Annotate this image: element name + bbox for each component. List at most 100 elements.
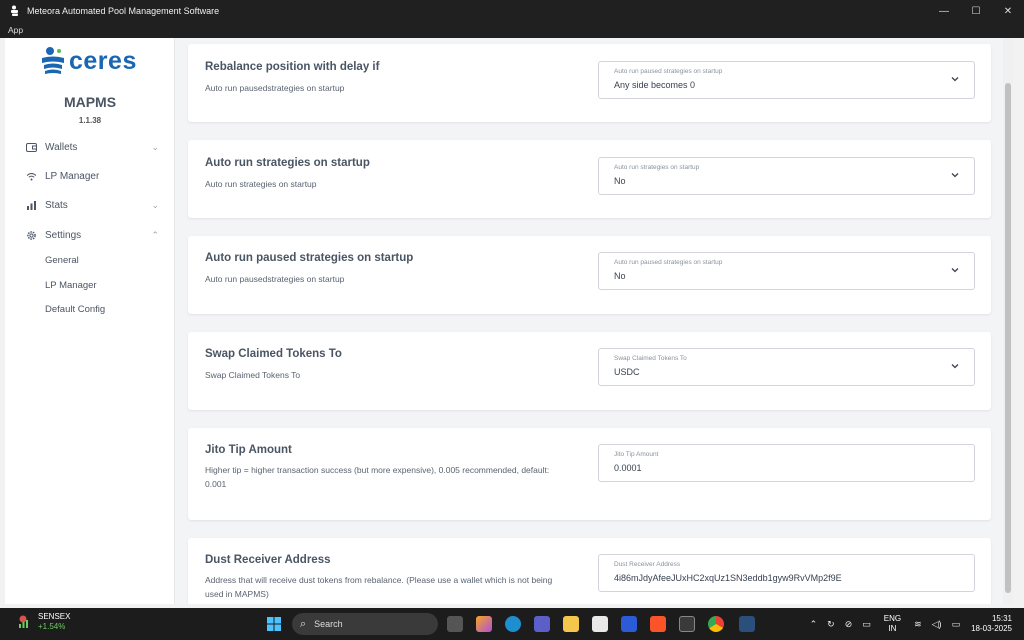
vertical-scrollbar[interactable] — [1003, 38, 1013, 604]
setting-description: Swap Claimed Tokens To — [205, 370, 301, 380]
sidebar-subitem-default-config[interactable]: Default Config — [45, 304, 105, 315]
logo-text: ceres — [69, 46, 137, 75]
sidebar-item-settings[interactable]: Settings ⌃ — [25, 225, 159, 245]
chrome-icon[interactable] — [708, 616, 724, 632]
auto-run-strategies-select[interactable]: Auto run strategies on startup No — [598, 157, 975, 195]
sidebar-item-label: Settings — [45, 229, 82, 241]
setting-title: Jito Tip Amount — [205, 444, 292, 456]
setting-card-dust-receiver: Dust Receiver Address Address that will … — [188, 538, 991, 604]
time: 15:31 — [991, 614, 1012, 623]
sidebar: ceres MAPMS 1.1.38 Wallets ⌄ LP Manager … — [5, 38, 175, 604]
teams-icon[interactable] — [534, 616, 550, 632]
windows-taskbar: SENSEX +1.54% ⌕ Search ⌃ ↻ ⊘ ▭ ENG IN ≋ … — [0, 608, 1024, 640]
wifi-icon[interactable]: ≋ — [914, 619, 922, 630]
ceres-app-icon[interactable] — [739, 616, 755, 632]
setting-title: Swap Claimed Tokens To — [205, 348, 342, 360]
field-label: Swap Claimed Tokens To — [614, 355, 687, 362]
setting-card-rebalance-delay: Rebalance position with delay if Auto ru… — [188, 44, 991, 122]
window-titlebar: Meteora Automated Pool Management Softwa… — [0, 0, 1024, 22]
system-tray: ⌃ ↻ ⊘ ▭ ENG IN ≋ ◁) ▭ 15:31 18-03-2025 — [805, 612, 1018, 636]
app-version: 1.1.38 — [78, 116, 102, 125]
settings-panel: Rebalance position with delay if Auto ru… — [176, 38, 1013, 604]
field-value: USDC — [614, 367, 640, 377]
menu-bar: App — [0, 22, 1024, 38]
app-icon[interactable] — [621, 616, 637, 632]
close-button[interactable]: ✕ — [992, 0, 1024, 22]
search-placeholder: Search — [314, 619, 343, 629]
field-value: No — [614, 271, 626, 281]
sidebar-item-label: Wallets — [45, 141, 78, 153]
maximize-button[interactable]: ☐ — [960, 0, 992, 22]
field-label: Dust Receiver Address — [614, 561, 681, 568]
chevron-down-icon: ⌄ — [151, 141, 159, 152]
setting-description: Address that will receive dust tokens fr… — [205, 575, 553, 599]
chevron-down-icon — [951, 77, 959, 82]
setting-title: Auto run paused strategies on startup — [205, 252, 414, 264]
swap-claimed-tokens-select[interactable]: Swap Claimed Tokens To USDC — [598, 348, 975, 386]
setting-title: Dust Receiver Address — [205, 554, 331, 566]
setting-title: Auto run strategies on startup — [205, 157, 370, 169]
store-icon[interactable] — [592, 616, 608, 632]
clock[interactable]: 15:31 18-03-2025 — [971, 614, 1012, 634]
field-value: 0.0001 — [614, 463, 642, 473]
bar-chart-icon — [25, 199, 37, 211]
setting-description: Higher tip = higher transaction success … — [205, 465, 550, 489]
windows-start-icon[interactable] — [266, 616, 282, 632]
ticker-change: +1.54% — [38, 622, 66, 631]
taskbar-search[interactable]: ⌕ Search — [292, 613, 438, 635]
terminal-icon[interactable] — [679, 616, 695, 632]
sidebar-item-lp-manager[interactable]: LP Manager — [25, 166, 159, 186]
minimize-button[interactable]: — — [928, 0, 960, 22]
language-indicator[interactable]: ENG IN — [884, 614, 901, 634]
network-off-icon[interactable]: ⊘ — [845, 619, 853, 630]
field-value: 4i86mJdyAfeeJUxHC2xqUz1SN3eddb1gyw9RvVMp… — [614, 573, 842, 583]
setting-card-jito-tip: Jito Tip Amount Higher tip = higher tran… — [188, 428, 991, 520]
ticker-name: SENSEX — [38, 612, 71, 621]
stock-widget[interactable]: SENSEX +1.54% — [18, 612, 70, 632]
lang-region: IN — [888, 624, 897, 633]
setting-card-swap-claimed: Swap Claimed Tokens To Swap Claimed Toke… — [188, 332, 991, 410]
sidebar-item-wallets[interactable]: Wallets ⌄ — [25, 137, 159, 157]
wallet-icon — [25, 141, 37, 153]
field-label: Auto run paused strategies on startup — [614, 259, 723, 266]
chevron-down-icon — [951, 268, 959, 273]
auto-run-paused-select[interactable]: Auto run paused strategies on startup No — [598, 252, 975, 290]
date: 18-03-2025 — [971, 624, 1012, 633]
app-name: MAPMS — [63, 94, 117, 110]
menu-app[interactable]: App — [8, 25, 23, 35]
dust-receiver-input[interactable]: Dust Receiver Address 4i86mJdyAfeeJUxHC2… — [598, 554, 975, 592]
brave-icon[interactable] — [650, 616, 666, 632]
setting-description: Auto run pausedstrategies on startup — [205, 274, 345, 284]
edge-icon[interactable] — [505, 616, 521, 632]
sidebar-item-label: Stats — [45, 199, 68, 211]
field-label: Jito Tip Amount — [614, 451, 659, 458]
setting-title: Rebalance position with delay if — [205, 61, 380, 73]
sync-icon[interactable]: ↻ — [827, 619, 835, 630]
sidebar-subitem-general[interactable]: General — [45, 255, 79, 266]
scrollbar-thumb[interactable] — [1005, 83, 1011, 593]
rebalance-delay-select[interactable]: Auto run paused strategies on startup An… — [598, 61, 975, 99]
app-window: ceres MAPMS 1.1.38 Wallets ⌄ LP Manager … — [5, 38, 1013, 604]
volume-icon[interactable]: ◁) — [932, 619, 942, 630]
gear-icon — [25, 229, 37, 241]
battery-icon[interactable]: ▭ — [952, 619, 961, 630]
photos-icon[interactable]: ▭ — [862, 619, 871, 630]
field-label: Auto run strategies on startup — [614, 164, 700, 171]
lang-code: ENG — [883, 614, 902, 623]
stock-chart-icon — [19, 615, 28, 628]
chevron-down-icon: ⌄ — [151, 199, 159, 210]
ceres-logo: ceres — [41, 46, 137, 76]
sidebar-item-stats[interactable]: Stats ⌄ — [25, 195, 159, 215]
sidebar-subitem-lp-manager[interactable]: LP Manager — [45, 280, 97, 291]
chevron-down-icon — [951, 364, 959, 369]
copilot-icon[interactable] — [476, 616, 492, 632]
field-value: No — [614, 176, 626, 186]
file-explorer-icon[interactable] — [563, 616, 579, 632]
chevron-up-icon: ⌃ — [151, 229, 159, 240]
ceres-logo-icon — [42, 47, 64, 74]
chevron-down-icon — [951, 173, 959, 178]
task-view-icon[interactable] — [447, 616, 463, 632]
wifi-icon — [25, 170, 37, 182]
chevron-up-icon[interactable]: ⌃ — [810, 619, 818, 630]
jito-tip-input[interactable]: Jito Tip Amount 0.0001 — [598, 444, 975, 482]
